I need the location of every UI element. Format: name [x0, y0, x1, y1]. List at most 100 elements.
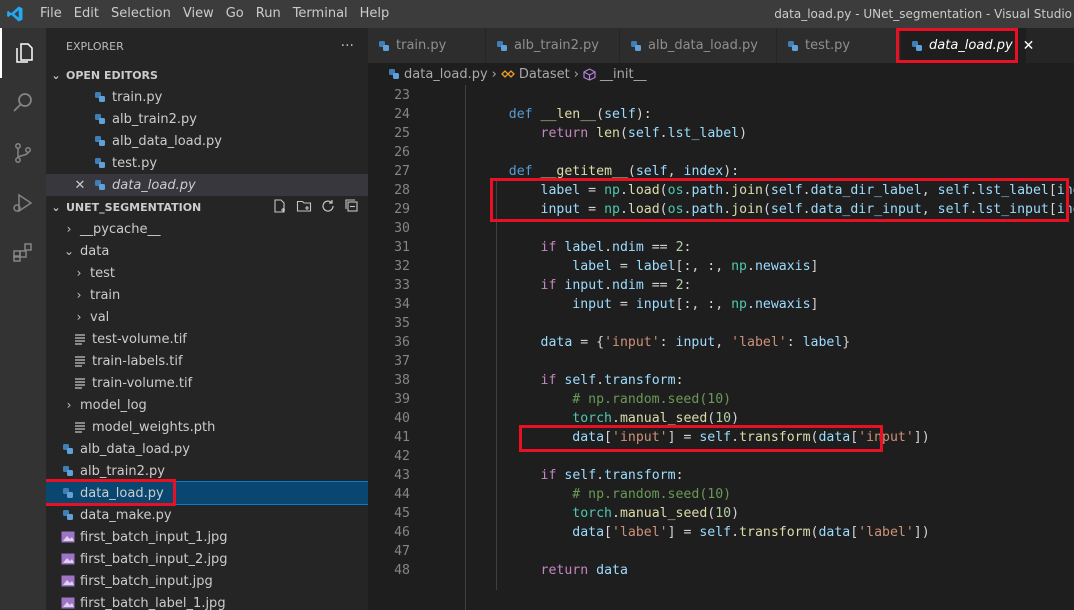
- code-text: if self.transform:: [540, 468, 684, 483]
- explorer-icon[interactable]: [0, 28, 46, 78]
- code-text: if input.ndim == 2:: [540, 278, 692, 293]
- menu-help[interactable]: Help: [354, 0, 396, 28]
- line-number: 42: [394, 449, 410, 464]
- code-text: data = {'input': input, 'label': label}: [540, 335, 851, 350]
- python-file-icon: [911, 40, 923, 52]
- code-text: def __len__(self):: [508, 107, 652, 122]
- new-folder-icon[interactable]: [296, 198, 312, 214]
- tree-folder[interactable]: › model_log: [46, 394, 368, 416]
- menu-selection[interactable]: Selection: [105, 0, 177, 28]
- more-actions-icon[interactable]: ···: [341, 38, 354, 54]
- tree-folder[interactable]: › test: [46, 262, 368, 284]
- image-file-icon: [60, 529, 76, 545]
- open-editor-label: train.py: [112, 89, 163, 105]
- code-text: label = np.load(os.path.join(self.data_d…: [540, 183, 1074, 198]
- python-file-icon: [60, 441, 76, 457]
- tree-folder[interactable]: › val: [46, 306, 368, 328]
- tree-file[interactable]: data_make.py: [46, 504, 368, 526]
- tree-folder[interactable]: ⌄ data: [46, 240, 368, 262]
- breadcrumb-file[interactable]: data_load.py: [404, 67, 488, 82]
- code-line: 45 torch.manual_seed(10): [368, 504, 1074, 523]
- line-number: 30: [394, 221, 410, 236]
- open-editor-item-active[interactable]: ✕ data_load.py: [46, 174, 368, 196]
- tree-file[interactable]: train-volume.tif: [46, 372, 368, 394]
- open-editors-title: OPEN EDITORS: [66, 68, 158, 82]
- file-lines-icon: [72, 331, 88, 347]
- tree-file[interactable]: train-labels.tif: [46, 350, 368, 372]
- menu-go[interactable]: Go: [220, 0, 250, 28]
- code-text: if label.ndim == 2:: [540, 240, 692, 255]
- menu-run[interactable]: Run: [250, 0, 287, 28]
- tree-file[interactable]: alb_data_load.py: [46, 438, 368, 460]
- line-number: 39: [394, 392, 410, 407]
- tree-file[interactable]: model_weights.pth: [46, 416, 368, 438]
- python-file-icon: [92, 89, 108, 105]
- code-text: return data: [540, 563, 628, 578]
- python-file-icon: [60, 463, 76, 479]
- tree-file[interactable]: first_batch_label_1.jpg: [46, 592, 368, 610]
- menu-edit[interactable]: Edit: [68, 0, 105, 28]
- breadcrumb-method[interactable]: __init__: [600, 67, 647, 82]
- chevron-down-icon: ⌄: [51, 200, 61, 214]
- tab-label: test.py: [805, 38, 851, 53]
- open-editor-item[interactable]: test.py: [46, 152, 368, 174]
- image-file-icon: [60, 551, 76, 567]
- tree-file[interactable]: alb_train2.py: [46, 460, 368, 482]
- chevron-right-icon: ›: [66, 398, 72, 412]
- line-number: 46: [394, 525, 410, 540]
- tree-folder[interactable]: › __pycache__: [46, 218, 368, 240]
- new-file-icon[interactable]: [272, 198, 288, 214]
- menu-terminal[interactable]: Terminal: [287, 0, 354, 28]
- explorer-header: EXPLORER ···: [46, 28, 368, 64]
- collapse-all-icon[interactable]: [344, 198, 360, 214]
- python-file-icon: [496, 40, 508, 52]
- tab-alb-train2[interactable]: alb_train2.py: [486, 28, 620, 63]
- tree-folder[interactable]: › train: [46, 284, 368, 306]
- open-editor-item[interactable]: alb_data_load.py: [46, 130, 368, 152]
- menu-view[interactable]: View: [177, 0, 220, 28]
- tree-file[interactable]: first_batch_input.jpg: [46, 570, 368, 592]
- open-editor-item[interactable]: train.py: [46, 86, 368, 108]
- tree-file-selected[interactable]: data_load.py: [46, 481, 368, 505]
- line-number: 34: [394, 297, 410, 312]
- tree-label: train: [90, 287, 121, 303]
- extensions-icon[interactable]: [0, 228, 46, 278]
- code-text: # np.random.seed(10): [572, 487, 732, 502]
- source-control-icon[interactable]: [0, 128, 46, 178]
- menu-file[interactable]: File: [34, 0, 68, 28]
- code-editor[interactable]: 23 24 def __len__(self): 25 return len(s…: [368, 85, 1074, 610]
- python-file-icon: [787, 40, 799, 52]
- tree-file[interactable]: first_batch_input_2.jpg: [46, 548, 368, 570]
- close-icon[interactable]: ✕: [1023, 38, 1035, 54]
- tree-label: data_load.py: [80, 485, 164, 501]
- tree-file[interactable]: test-volume.tif: [46, 328, 368, 350]
- code-line: 33 if input.ndim == 2:: [368, 276, 1074, 295]
- line-number: 44: [394, 487, 410, 502]
- tab-alb-data-load[interactable]: alb_data_load.py: [620, 28, 777, 63]
- refresh-icon[interactable]: [320, 198, 336, 214]
- breadcrumb-class[interactable]: Dataset: [519, 67, 570, 82]
- project-header[interactable]: ⌄ UNET_SEGMENTATION: [46, 196, 368, 218]
- tab-data-load[interactable]: data_load.py ✕: [896, 28, 1034, 63]
- tree-label: first_batch_input_2.jpg: [80, 551, 228, 567]
- tab-test[interactable]: test.py: [777, 28, 901, 63]
- tab-label: alb_train2.py: [514, 38, 599, 53]
- code-line: 41 data['input'] = self.transform(data['…: [368, 428, 1074, 447]
- tab-train[interactable]: train.py: [368, 28, 486, 63]
- open-editors-header[interactable]: ⌄ OPEN EDITORS: [46, 64, 368, 86]
- run-debug-icon[interactable]: [0, 178, 46, 228]
- code-text: input = input[:, :, np.newaxis]: [572, 297, 819, 312]
- tree-file[interactable]: first_batch_input_1.jpg: [46, 526, 368, 548]
- image-file-icon: [60, 595, 76, 610]
- open-editor-item[interactable]: alb_train2.py: [46, 108, 368, 130]
- close-icon[interactable]: ✕: [72, 178, 88, 193]
- chevron-right-icon: ›: [76, 288, 82, 302]
- window-title: data_load.py - UNet_segmentation - Visua…: [774, 7, 1072, 21]
- breadcrumb: data_load.py › Dataset › __init__: [368, 63, 1074, 85]
- search-icon[interactable]: [0, 78, 46, 128]
- tree-label: alb_data_load.py: [80, 441, 190, 457]
- code-text: torch.manual_seed(10): [572, 506, 740, 521]
